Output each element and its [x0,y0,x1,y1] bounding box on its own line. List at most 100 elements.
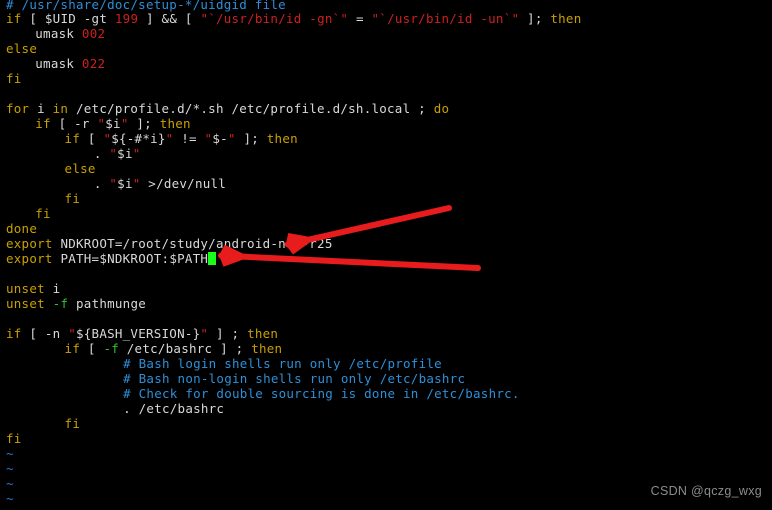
code-token-plain: . /etc/bashrc [123,401,225,416]
code-line[interactable]: # Bash login shells run only /etc/profil… [123,356,442,371]
code-token-identifier: pathmunge [76,296,146,311]
code-token-plain: ]; [128,116,160,131]
code-line[interactable]: if [ "${-#*i}" != "$-" ]; then [65,131,298,146]
csdn-watermark: CSDN @qczg_wxg [650,484,762,498]
code-token-keyword: then [159,116,191,131]
code-line[interactable]: # Check for double sourcing is done in /… [123,386,520,401]
code-token-keyword: if [6,11,22,26]
code-token-plain: umask [35,56,82,71]
code-line[interactable]: umask 022 [35,56,105,71]
code-token-plain: [ [80,341,104,356]
code-line[interactable]: fi [6,431,22,446]
code-token-keyword: then [550,11,582,26]
code-token-keyword: do [433,101,450,116]
code-line[interactable]: done [6,221,37,236]
code-line[interactable]: unset i [6,281,60,296]
code-token-plain: [ [21,11,45,26]
code-token-keyword: fi [6,431,22,446]
code-line[interactable]: export PATH=$NDKROOT:$PATH [6,251,217,266]
code-token-string: " [109,176,118,191]
code-line[interactable]: ~ [6,491,14,506]
code-token-plain: >/dev/null [140,176,227,191]
code-token-plain: [ [80,131,104,146]
code-token-keyword: then [266,131,298,146]
code-token-plain: /etc/profile.d/*.sh /etc/profile.d/sh.lo… [68,101,434,116]
code-token-variable: $NDKROOT [99,251,162,266]
code-line[interactable]: . /etc/bashrc [123,401,224,416]
code-token-keyword: unset [6,281,45,296]
code-token-string: " [132,146,141,161]
code-line[interactable]: unset -f pathmunge [6,296,146,311]
code-line[interactable]: fi [65,416,81,431]
code-line[interactable]: ~ [6,446,14,461]
code-token-comment: # Check for double sourcing is done in /… [123,386,520,401]
code-line[interactable]: else [65,161,96,176]
code-token-variable: $- [212,131,228,146]
code-line[interactable]: for i in /etc/profile.d/*.sh /etc/profil… [6,101,449,116]
code-token-keyword: if [35,116,51,131]
code-token-keyword: if [64,341,81,356]
code-token-plain: ]; [235,131,267,146]
code-token-plain: umask [35,26,82,41]
code-token-plain: i [44,281,61,296]
code-token-keyword: export [6,251,53,266]
code-line[interactable]: . "$i" >/dev/null [94,176,226,191]
code-line[interactable]: # Bash non-login shells run only /etc/ba… [123,371,465,386]
code-line[interactable]: fi [35,206,51,221]
code-token-keyword: in [52,101,69,116]
code-token-string: " [227,131,236,146]
code-token-variable: $i [105,116,121,131]
code-token-plain: =/root/study/android-ndk-r25 [114,236,333,251]
code-token-number: 002 [81,26,106,41]
code-token-tilde: ~ [6,446,14,461]
code-token-variable: $i [117,176,133,191]
code-token-string: "`/usr/bin/id -gn`" [200,11,349,26]
code-line[interactable]: fi [6,71,22,86]
code-token-flag: -f [103,341,119,356]
code-line[interactable]: ~ [6,476,14,491]
code-token-identifier: PATH [60,251,92,266]
code-line[interactable]: if [ -n "${BASH_VERSION-}" ] ; then [6,326,278,341]
code-token-keyword: fi [6,71,22,86]
code-token-comment: # Bash non-login shells run only /etc/ba… [123,371,466,386]
code-token-string: "`/usr/bin/id -un`" [371,11,520,26]
code-token-keyword: export [6,236,53,251]
code-token-keyword: fi [64,191,81,206]
code-token-plain: . [93,146,110,161]
text-cursor [208,252,217,265]
code-line[interactable]: umask 002 [35,26,105,41]
code-token-keyword: unset [6,296,45,311]
code-line[interactable]: export NDKROOT=/root/study/android-ndk-r… [6,236,333,251]
code-token-string: " [109,146,118,161]
code-token-keyword: then [247,326,279,341]
code-token-variable: $i [117,146,133,161]
code-line[interactable]: ~ [6,461,14,476]
code-token-plain: = [348,11,372,26]
code-token-keyword: else [64,161,96,176]
code-token-plain: ] ; [208,326,248,341]
code-line[interactable]: if [ -f /etc/bashrc ] ; then [65,341,283,356]
code-token-tilde: ~ [6,491,14,506]
terminal-window: # /usr/share/doc/setup-*/uidgid file if [… [0,0,772,510]
code-token-number: 199 [114,11,139,26]
code-line[interactable]: if [ -r "$i" ]; then [35,116,191,131]
code-token-variable: ${BASH_VERSION-} [76,326,201,341]
code-token-tilde: ~ [6,461,14,476]
code-line[interactable]: if [ $UID -gt 199 ] && [ "`/usr/bin/id -… [6,11,581,26]
code-token-keyword: else [6,41,38,56]
code-token-tilde: ~ [6,476,14,491]
code-token-plain: ] && [ [138,11,201,26]
code-token-string: " [68,326,76,341]
code-line[interactable]: . "$i" [94,146,141,161]
code-token-keyword: for [6,101,30,116]
code-line[interactable]: fi [65,191,81,206]
code-token-plain: ]; [519,11,551,26]
vim-editor-buffer[interactable]: # /usr/share/doc/setup-*/uidgid file if [… [0,0,772,510]
code-line[interactable]: else [6,41,37,56]
code-token-number: 022 [81,56,106,71]
code-token-variable: $UID [44,11,76,26]
code-token-keyword: fi [35,206,51,221]
code-token-keyword: if [64,131,81,146]
